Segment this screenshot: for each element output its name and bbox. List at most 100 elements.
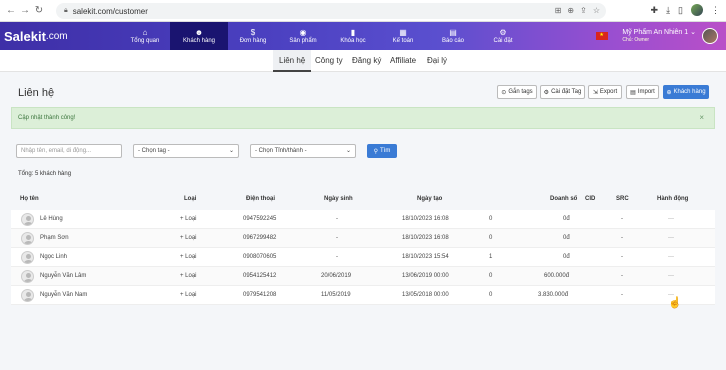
- dob: -: [336, 235, 338, 241]
- forward-icon[interactable]: →: [18, 5, 32, 16]
- action-menu-button[interactable]: ···: [668, 210, 674, 229]
- user-menu[interactable]: Mỹ Phẩm An Nhiên 1 ⌄ Chủ: Owner: [596, 22, 718, 50]
- nav-orders[interactable]: $ Đơn hàng: [228, 22, 278, 50]
- nav-reports[interactable]: ▤ Báo cáo: [428, 22, 478, 50]
- dob: -: [336, 254, 338, 260]
- customer-name[interactable]: Lê Hùng: [40, 210, 63, 229]
- nav-accounting[interactable]: ▦ Kế toán: [378, 22, 428, 50]
- nav-customers[interactable]: ☻ Khách hàng: [170, 22, 228, 50]
- table-row[interactable]: Lê Hùng + Loại 0947592245 - 18/10/2023 1…: [11, 210, 715, 229]
- header-dob: Ngày sinh: [324, 196, 353, 202]
- header-type: Loại: [184, 196, 197, 202]
- table-row[interactable]: Nguyễn Văn Lâm + Loại 0954125412 20/06/2…: [11, 267, 715, 286]
- tab-agents[interactable]: Đại lý: [421, 50, 453, 72]
- action-menu-button[interactable]: ···: [668, 267, 674, 286]
- users-icon: ☻: [194, 28, 204, 37]
- back-icon[interactable]: ←: [4, 5, 18, 16]
- search-input[interactable]: Nhập tên, email, di động...: [16, 144, 122, 158]
- order-count: 0: [489, 235, 493, 241]
- chevron-down-icon: ⌄: [345, 148, 351, 154]
- tab-affiliate[interactable]: Affiliate: [384, 50, 422, 72]
- order-count: 0: [489, 273, 493, 279]
- chevron-down-icon: ⌄: [228, 148, 234, 154]
- close-icon[interactable]: ×: [699, 108, 704, 128]
- table-row[interactable]: Nguyễn Văn Nam + Loại 0979541208 11/05/2…: [11, 286, 715, 305]
- revenue: 0đ: [563, 254, 570, 260]
- user-role: Chủ: Owner: [622, 37, 650, 43]
- address-bar[interactable]: 🔒︎ salekit.com/customer ⊞ ⊕ ⇪ ☆: [56, 3, 606, 19]
- avatar: [21, 251, 34, 264]
- plus-circle-icon: ⊕: [666, 89, 672, 96]
- revenue: 0đ: [563, 235, 570, 241]
- avatar: [21, 270, 34, 283]
- tab-contacts[interactable]: Liên hệ: [273, 50, 312, 72]
- phone: 0967299482: [243, 235, 277, 241]
- import-icon: ▤: [630, 89, 636, 96]
- user-avatar[interactable]: [702, 28, 718, 44]
- phone: 0954125412: [243, 273, 277, 279]
- export-button[interactable]: ⇲ Export: [588, 85, 622, 99]
- export-icon: ⇲: [592, 89, 598, 96]
- import-button[interactable]: ▤ Import: [626, 85, 659, 99]
- type-button[interactable]: + Loại: [180, 229, 197, 248]
- src: -: [621, 235, 623, 241]
- type-button[interactable]: + Loại: [180, 267, 197, 286]
- type-button[interactable]: + Loại: [180, 248, 197, 267]
- header-revenue: Doanh số: [550, 196, 578, 202]
- vietnam-flag-icon[interactable]: [596, 32, 609, 40]
- app-header: Salekit .com ⌂ Tổng quan ☻ Khách hàng $ Đơn …: [0, 22, 726, 50]
- revenue: 0đ: [563, 216, 570, 222]
- table-row[interactable]: Phạm Sơn + Loại 0967299482 - 18/10/2023 …: [11, 229, 715, 248]
- phone: 0979541208: [243, 292, 277, 298]
- success-alert: Cập nhật thành công! ×: [11, 107, 715, 129]
- tag-select[interactable]: - Chọn tag - ⌄: [133, 144, 239, 158]
- total-count: Tổng: 5 khách hàng: [18, 171, 72, 177]
- tab-registrations[interactable]: Đăng ký: [346, 50, 387, 72]
- customer-name[interactable]: Ngọc Linh: [40, 248, 67, 267]
- search-button[interactable]: ⚲ Tìm: [367, 144, 397, 158]
- action-menu-button[interactable]: ···: [668, 248, 674, 267]
- add-tags-button[interactable]: ⊙ Gắn tags: [497, 85, 537, 99]
- translate-icon[interactable]: ⊞: [555, 6, 562, 15]
- order-count: 1: [489, 254, 493, 260]
- menu-dots-icon[interactable]: ⋮: [711, 5, 720, 16]
- created-date: 13/05/2018 00:00: [402, 292, 449, 298]
- dollar-icon: $: [250, 28, 256, 37]
- customer-name[interactable]: Nguyễn Văn Nam: [40, 286, 87, 305]
- type-button[interactable]: + Loại: [180, 210, 197, 229]
- download-icon[interactable]: ⤓: [666, 5, 670, 16]
- province-select[interactable]: - Chọn Tỉnh/thành - ⌄: [250, 144, 356, 158]
- salekit-logo[interactable]: Salekit .com: [0, 22, 120, 50]
- chevron-down-icon: ⌄: [690, 29, 696, 36]
- reload-icon[interactable]: ↻: [32, 5, 46, 16]
- created-date: 13/06/2019 00:00: [402, 273, 449, 279]
- tab-companies[interactable]: Công ty: [309, 50, 349, 72]
- extensions-icon[interactable]: ✚: [651, 5, 659, 16]
- created-date: 18/10/2023 16:08: [402, 235, 449, 241]
- order-count: 0: [489, 216, 493, 222]
- table-row[interactable]: Ngọc Linh + Loại 0908070605 - 18/10/2023…: [11, 248, 715, 267]
- phone: 0908070605: [243, 254, 277, 260]
- customer-subtabs: Liên hệ Công ty Đăng ký Affiliate Đại lý: [0, 50, 726, 72]
- sidepanel-icon[interactable]: ▯: [678, 5, 683, 16]
- add-customer-button[interactable]: ⊕ Khách hàng: [663, 85, 709, 99]
- nav-courses[interactable]: ▮ Khóa học: [328, 22, 378, 50]
- type-button[interactable]: + Loại: [180, 286, 197, 305]
- nav-settings[interactable]: ⚙ Cài đặt: [478, 22, 528, 50]
- user-name: Mỹ Phẩm An Nhiên 1: [622, 29, 689, 36]
- created-date: 18/10/2023 15:54: [402, 254, 449, 260]
- url-text: salekit.com/customer: [72, 6, 148, 16]
- profile-avatar[interactable]: [691, 4, 703, 16]
- customer-name[interactable]: Nguyễn Văn Lâm: [40, 267, 86, 286]
- tag-settings-button[interactable]: ⚙ Cài đặt Tag: [540, 85, 585, 99]
- customer-name[interactable]: Phạm Sơn: [40, 229, 69, 248]
- dob: 20/06/2019: [321, 273, 352, 279]
- zoom-icon[interactable]: ⊕: [567, 6, 574, 15]
- dob: -: [336, 216, 338, 222]
- share-icon[interactable]: ⇪: [580, 6, 587, 15]
- bookmark-star-icon[interactable]: ☆: [593, 6, 600, 15]
- nav-overview[interactable]: ⌂ Tổng quan: [120, 22, 170, 50]
- alert-message: Cập nhật thành công!: [18, 115, 76, 121]
- action-menu-button[interactable]: ···: [668, 229, 674, 248]
- nav-products[interactable]: ◉ Sản phẩm: [278, 22, 328, 50]
